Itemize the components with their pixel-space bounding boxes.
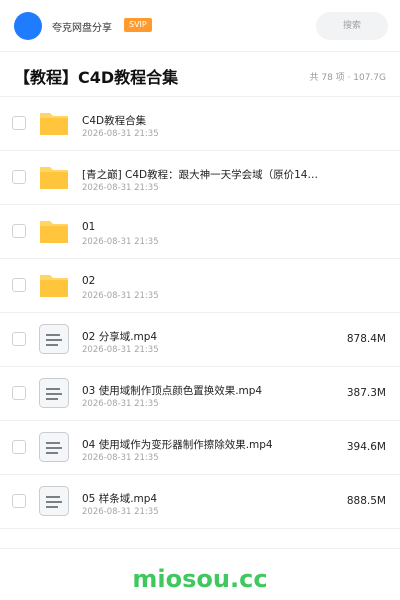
item-date: 2026-08-31 21:35 [82, 183, 159, 193]
folder-icon [40, 275, 68, 297]
file-list: C4D教程合集 2026-08-31 21:35 [青之巅] C4D教程：跟大神… [0, 97, 400, 529]
list-item[interactable]: 01 2026-08-31 21:35 [0, 205, 400, 259]
list-item[interactable]: C4D教程合集 2026-08-31 21:35 [0, 97, 400, 151]
username: 夸克网盘分享 [52, 23, 112, 34]
item-checkbox[interactable] [12, 224, 26, 238]
item-date: 2026-08-31 21:35 [82, 237, 159, 247]
page-title: 【教程】C4D教程合集 [14, 68, 179, 87]
item-checkbox[interactable] [12, 386, 26, 400]
item-checkbox[interactable] [12, 116, 26, 130]
item-date: 2026-08-31 21:35 [82, 399, 159, 409]
item-size: 387.3M [346, 387, 386, 399]
item-name: [青之巅] C4D教程：跟大神一天学会域（原价14… [82, 169, 318, 181]
item-checkbox[interactable] [12, 170, 26, 184]
item-date: 2026-08-31 21:35 [82, 291, 159, 301]
folder-icon [40, 167, 68, 189]
list-item[interactable]: 02 2026-08-31 21:35 [0, 259, 400, 313]
search-button[interactable]: 搜索 [316, 12, 388, 40]
folder-meta: 共 78 项 · 107.7G [309, 73, 387, 83]
item-name: 01 [82, 221, 96, 233]
video-file-icon [39, 432, 69, 462]
top-bar: 夸克网盘分享 SVIP 搜索 [0, 0, 400, 52]
item-name: C4D教程合集 [82, 115, 147, 127]
item-name: 03 使用域制作顶点颜色置换效果.mp4 [82, 385, 263, 397]
item-checkbox[interactable] [12, 494, 26, 508]
item-date: 2026-08-31 21:35 [82, 345, 159, 355]
item-checkbox[interactable] [12, 278, 26, 292]
list-item[interactable]: 05 样条域.mp4 2026-08-31 21:35 888.5M [0, 475, 400, 529]
item-checkbox[interactable] [12, 332, 26, 346]
video-file-icon [39, 378, 69, 408]
item-size: 394.6M [346, 441, 386, 453]
video-file-icon [39, 324, 69, 354]
video-file-icon [39, 486, 69, 516]
list-item[interactable]: 04 使用域作为变形器制作擦除效果.mp4 2026-08-31 21:35 3… [0, 421, 400, 475]
item-date: 2026-08-31 21:35 [82, 129, 159, 139]
brand-watermark: miosou.cc [132, 565, 268, 593]
item-checkbox[interactable] [12, 440, 26, 454]
item-size: 888.5M [346, 495, 386, 507]
svip-badge: SVIP [124, 18, 152, 32]
folder-icon [40, 221, 68, 243]
avatar[interactable] [14, 12, 42, 40]
item-name: 02 [82, 275, 96, 287]
list-item[interactable]: [青之巅] C4D教程：跟大神一天学会域（原价14… 2026-08-31 21… [0, 151, 400, 205]
list-item[interactable]: 03 使用域制作顶点颜色置换效果.mp4 2026-08-31 21:35 38… [0, 367, 400, 421]
folder-icon [40, 113, 68, 135]
item-date: 2026-08-31 21:35 [82, 507, 159, 517]
item-date: 2026-08-31 21:35 [82, 453, 159, 463]
footer: miosou.cc [0, 548, 400, 600]
list-item[interactable]: 02 分享域.mp4 2026-08-31 21:35 878.4M [0, 313, 400, 367]
item-name: 05 样条域.mp4 [82, 493, 158, 505]
item-name: 04 使用域作为变形器制作擦除效果.mp4 [82, 439, 273, 451]
item-size: 878.4M [346, 333, 386, 345]
item-name: 02 分享域.mp4 [82, 331, 158, 343]
